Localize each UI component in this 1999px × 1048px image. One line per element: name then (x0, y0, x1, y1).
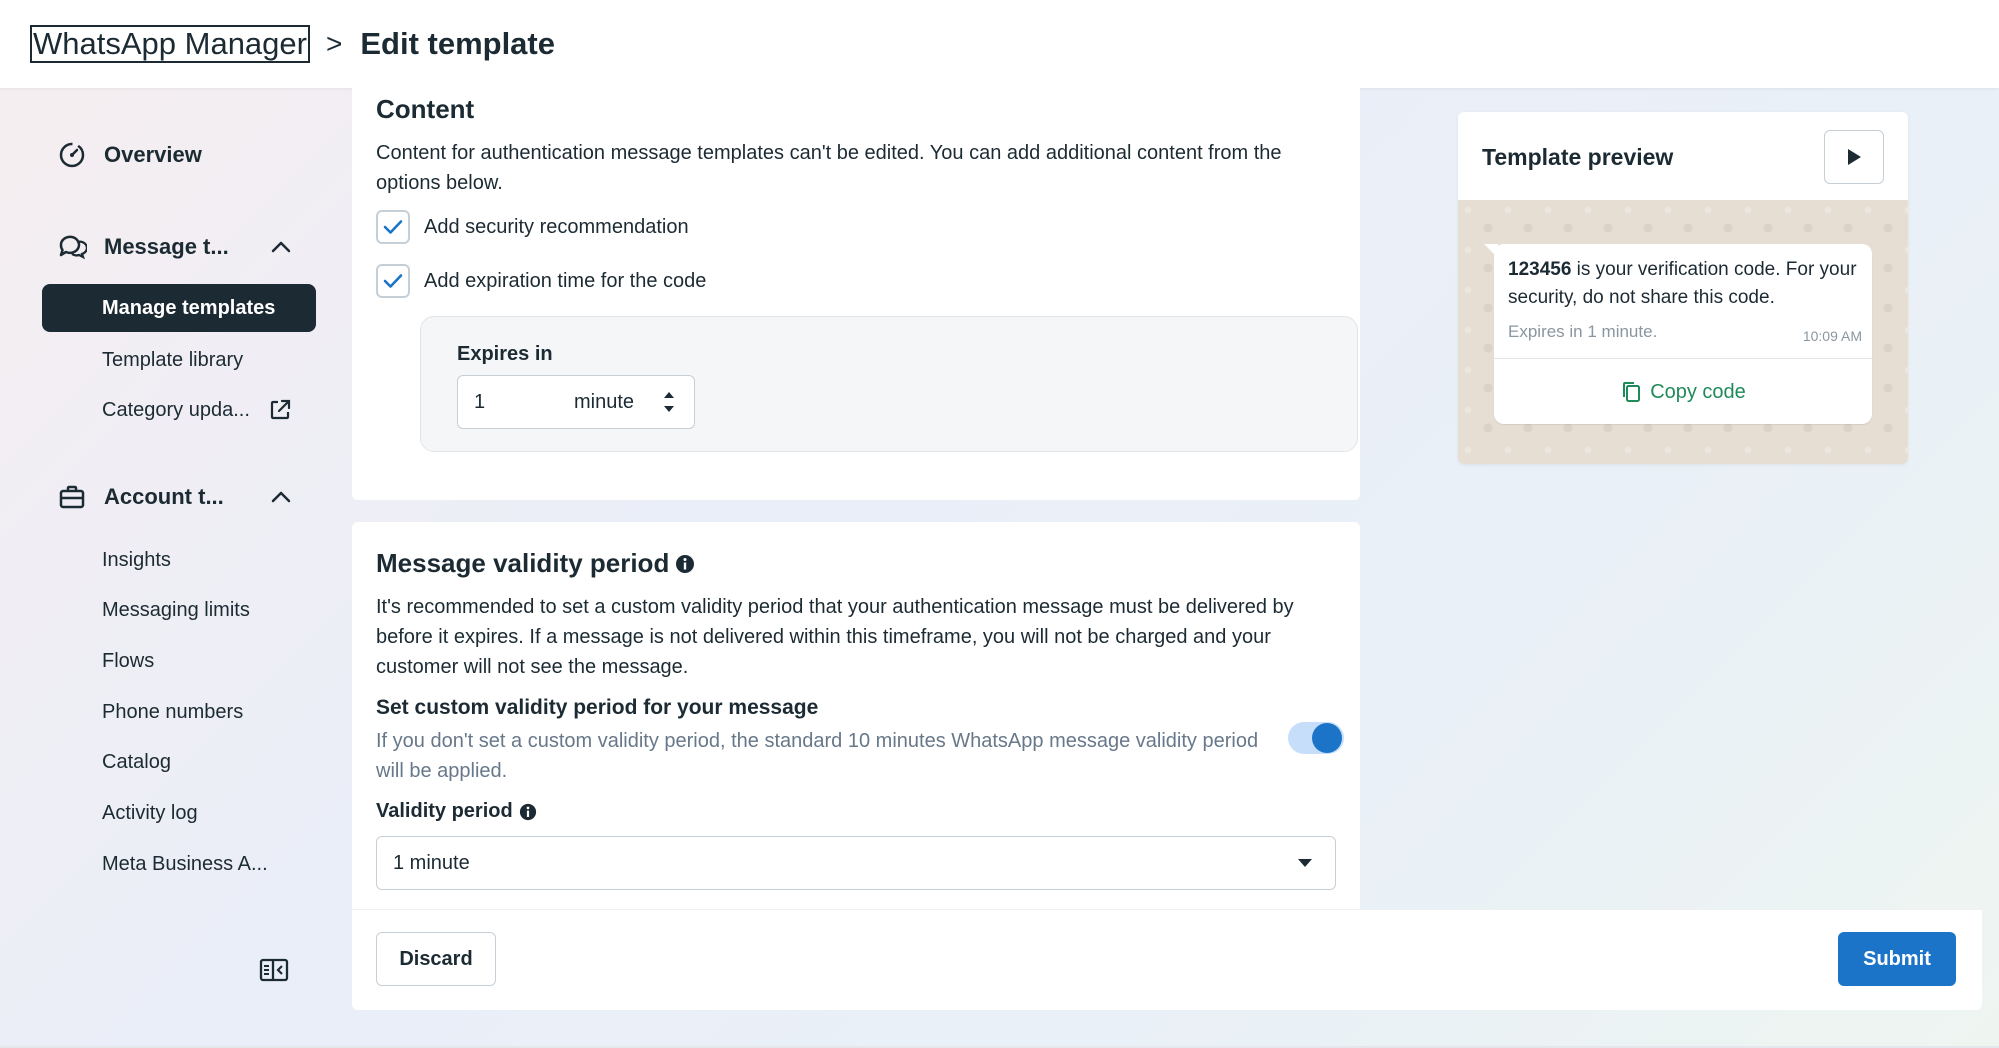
validity-description: It's recommended to set a custom validit… (376, 596, 1294, 678)
toggle-knob (1312, 723, 1342, 753)
sidebar-item-manage-templates[interactable]: Manage templates (42, 284, 316, 332)
custom-validity-toggle[interactable] (1288, 722, 1344, 754)
play-icon (1848, 149, 1861, 165)
chat-background: 123456 is your verification code. For yo… (1458, 200, 1908, 464)
sidebar-item-phone-numbers[interactable]: Phone numbers (42, 688, 316, 736)
bubble-tail (1484, 244, 1498, 258)
message-body: 123456 is your verification code. For yo… (1508, 256, 1868, 312)
submit-button[interactable]: Submit (1838, 932, 1956, 986)
sidebar-section-message-templates[interactable]: Message t... (42, 222, 316, 272)
discard-button[interactable]: Discard (376, 932, 496, 986)
sidebar-item-category-updates[interactable]: Category upda... (42, 386, 316, 434)
expiration-time-label: Add expiration time for the code (424, 269, 707, 292)
copy-icon (1620, 380, 1642, 404)
verification-code: 123456 (1508, 259, 1572, 280)
message-footer: Expires in 1 minute. (1508, 322, 1658, 341)
breadcrumb-root[interactable]: WhatsApp Manager (30, 25, 310, 63)
expiration-time-row[interactable]: Add expiration time for the code (376, 264, 706, 298)
validity-period-label: Validity period (376, 800, 513, 822)
sidebar-section-account-tools[interactable]: Account t... (42, 472, 316, 522)
briefcase-icon (56, 481, 88, 513)
toggle-description: If you don't set a custom validity perio… (376, 730, 1259, 782)
chevron-up-icon[interactable] (266, 482, 296, 512)
info-icon[interactable] (675, 554, 695, 574)
expires-value[interactable]: 1 (474, 391, 574, 414)
validity-heading: Message validity period (376, 548, 695, 579)
content-description: Content for authentication message templ… (376, 142, 1282, 194)
sidebar-item-overview[interactable]: Overview (42, 130, 316, 180)
play-preview-button[interactable] (1824, 130, 1884, 184)
caret-down-icon (1297, 858, 1313, 868)
toggle-title: Set custom validity period for your mess… (376, 696, 819, 719)
action-footer: Discard Submit (352, 910, 1982, 1010)
divider (1494, 358, 1872, 359)
top-header: WhatsApp Manager > Edit template (0, 0, 1999, 88)
chat-bubbles-icon (56, 231, 88, 263)
sidebar-item-messaging-limits[interactable]: Messaging limits (42, 586, 316, 634)
checkmark-icon (383, 220, 403, 234)
validity-period-value: 1 minute (393, 851, 470, 874)
message-timestamp: 10:09 AM (1802, 328, 1862, 344)
info-icon[interactable] (519, 803, 537, 821)
sidebar-section-label: Account t... (104, 484, 224, 509)
validity-title: Message validity period (376, 548, 670, 578)
sidebar-item-insights[interactable]: Insights (42, 536, 316, 584)
expires-unit: minute (574, 390, 635, 413)
chevron-up-icon[interactable] (266, 232, 296, 262)
sidebar-item-label: Category upda... (102, 398, 250, 421)
content-card: Content Content for authentication messa… (352, 88, 1360, 500)
copy-code-button[interactable]: Copy code (1494, 360, 1872, 424)
copy-code-label: Copy code (1650, 380, 1746, 403)
sidebar-item-template-library[interactable]: Template library (42, 336, 316, 384)
sidebar-item-flows[interactable]: Flows (42, 637, 316, 685)
expires-in-label: Expires in (457, 343, 553, 365)
security-recommendation-checkbox[interactable] (376, 210, 410, 244)
validity-period-select[interactable]: 1 minute (376, 836, 1336, 890)
security-recommendation-row[interactable]: Add security recommendation (376, 210, 689, 244)
sidebar-item-activity-log[interactable]: Activity log (42, 789, 316, 837)
sidebar-section-label: Message t... (104, 234, 229, 259)
page-title: Edit template (360, 26, 555, 61)
validity-period-field-label: Validity period (376, 800, 537, 823)
sidebar-item-meta-business[interactable]: Meta Business A... (42, 840, 316, 888)
collapse-sidebar-icon[interactable] (258, 956, 290, 984)
sidebar-item-label: Overview (104, 142, 202, 167)
breadcrumb-separator: > (325, 28, 343, 59)
expires-in-panel: Expires in 1 minute (420, 316, 1358, 452)
expires-in-stepper[interactable]: 1 minute (457, 375, 695, 429)
content-title: Content (376, 94, 475, 124)
stepper-arrows-icon[interactable] (654, 388, 684, 416)
sidebar-item-catalog[interactable]: Catalog (42, 738, 316, 786)
sidebar: Overview Message t... Manage templates T… (0, 88, 340, 1048)
template-preview-title: Template preview (1482, 144, 1674, 170)
security-recommendation-label: Add security recommendation (424, 215, 689, 238)
expiration-time-checkbox[interactable] (376, 264, 410, 298)
external-link-icon (268, 398, 292, 422)
checkmark-icon (383, 274, 403, 288)
message-bubble: 123456 is your verification code. For yo… (1484, 244, 1872, 424)
template-preview-panel: Template preview 123456 is your verifica… (1458, 112, 1908, 464)
validity-card: Message validity period It's recommended… (352, 522, 1360, 912)
dashboard-gauge-icon (56, 139, 88, 171)
